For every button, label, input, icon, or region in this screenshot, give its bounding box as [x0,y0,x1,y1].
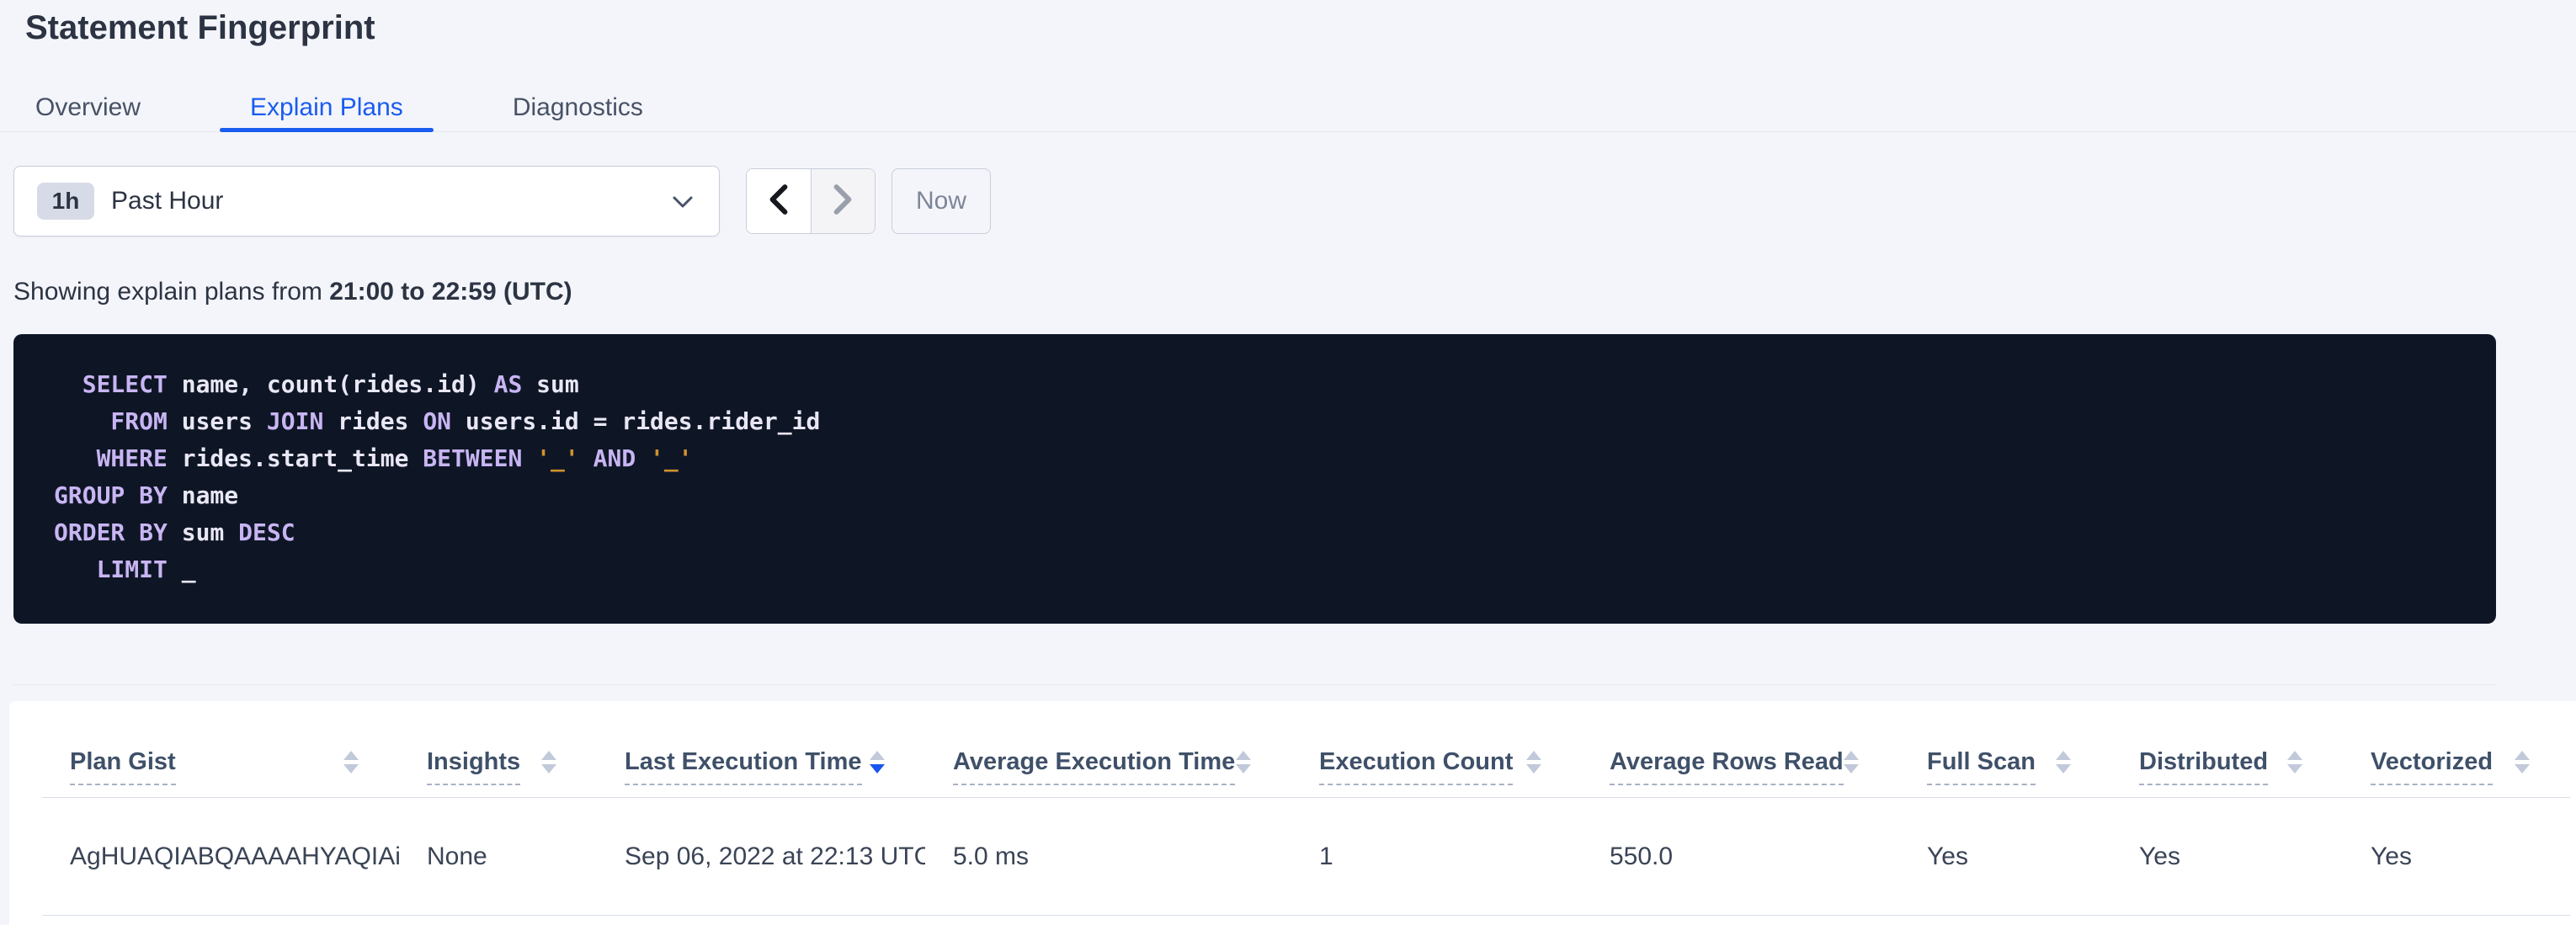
sort-desc-arrow [2056,764,2071,773]
table-body: AgHUAQIABQAAAAHYAQIAiA...NoneSep 06, 202… [42,798,2570,916]
sort-icon[interactable] [870,751,885,773]
sort-desc-arrow [1526,764,1541,773]
cell-full-scan: Yes [1899,798,2111,915]
column-header-insights[interactable]: Insights [399,701,597,797]
sort-desc-arrow [870,764,885,773]
sort-desc-arrow [2287,764,2302,773]
tab-diagnostics[interactable]: Diagnostics [482,84,673,131]
next-time-button[interactable] [811,169,876,233]
cell-insights: None [399,798,597,915]
time-range-summary: Showing explain plans from 21:00 to 22:5… [13,277,2576,307]
prev-time-button[interactable] [747,169,811,233]
sort-asc-arrow [2515,751,2530,760]
sort-asc-arrow [1844,751,1859,760]
column-header-plan-gist[interactable]: Plan Gist [42,701,399,797]
cell-last-execution-time: Sep 06, 2022 at 22:13 UTC [597,798,925,915]
chevron-left-icon [768,183,790,221]
page-title: Statement Fingerprint [25,7,2551,49]
cell-distributed: Yes [2111,798,2343,915]
cell-average-rows-read: 550.0 [1582,798,1899,915]
sort-asc-arrow [343,751,359,760]
column-header-label: Average Rows Read [1610,748,1844,785]
sort-desc-arrow [1844,764,1859,773]
sql-statement: SELECT name, count(rides.id) AS sum FROM… [54,366,2456,588]
section-divider [13,684,2496,685]
chevron-down-icon [672,195,694,213]
time-range-dropdown[interactable]: 1h Past Hour [13,166,720,237]
tab-explain-plans-label: Explain Plans [250,93,403,122]
page-header: Statement Fingerprint [0,0,2576,49]
sort-asc-arrow [1236,751,1251,760]
column-header-label: Vectorized [2371,748,2493,785]
column-header-average-rows-read[interactable]: Average Rows Read [1582,701,1899,797]
tab-overview-label: Overview [35,93,141,122]
column-header-full-scan[interactable]: Full Scan [1899,701,2111,797]
column-header-label: Plan Gist [70,748,176,785]
sort-desc-arrow [2515,764,2530,773]
column-header-average-execution-time[interactable]: Average Execution Time [925,701,1291,797]
column-header-label: Full Scan [1927,748,2036,785]
column-header-vectorized[interactable]: Vectorized [2343,701,2570,797]
sort-icon[interactable] [1236,751,1251,773]
summary-range: 21:00 to 22:59 (UTC) [329,278,572,306]
time-nav-group [746,168,876,234]
column-header-distributed[interactable]: Distributed [2111,701,2343,797]
cell-vectorized: Yes [2343,798,2570,915]
summary-prefix: Showing explain plans from [13,278,329,306]
chevron-right-icon [832,183,854,221]
sort-icon[interactable] [541,751,556,773]
sort-asc-arrow [870,751,885,760]
cell-execution-count: 1 [1291,798,1582,915]
tab-explain-plans[interactable]: Explain Plans [220,84,434,131]
explain-plans-table-card: Plan Gist Insights Last Execution Time Aver… [9,701,2576,925]
sql-code-block: SELECT name, count(rides.id) AS sum FROM… [13,334,2496,624]
sort-icon[interactable] [2515,751,2530,773]
tab-diagnostics-label: Diagnostics [513,93,643,122]
sort-desc-arrow [541,764,556,773]
cell-average-execution-time: 5.0 ms [925,798,1291,915]
column-header-label: Average Execution Time [953,748,1235,785]
time-range-label: Past Hour [111,187,223,215]
tab-bar: Overview Explain Plans Diagnostics [0,84,2576,132]
now-button[interactable]: Now [891,168,991,234]
sort-icon[interactable] [1526,751,1541,773]
sort-asc-arrow [2056,751,2071,760]
column-header-label: Distributed [2139,748,2268,785]
time-controls: 1h Past Hour Now [13,166,2576,237]
sort-desc-arrow [343,764,359,773]
cell-plan-gist[interactable]: AgHUAQIABQAAAAHYAQIAiA... [42,798,399,915]
column-header-label: Insights [427,748,520,785]
column-header-label: Last Execution Time [625,748,862,785]
sort-asc-arrow [2287,751,2302,760]
table-row[interactable]: AgHUAQIABQAAAAHYAQIAiA...NoneSep 06, 202… [42,798,2570,916]
sort-desc-arrow [1236,764,1251,773]
column-header-last-execution-time[interactable]: Last Execution Time [597,701,925,797]
time-range-badge: 1h [37,183,94,220]
sort-asc-arrow [541,751,556,760]
tab-overview[interactable]: Overview [5,84,171,131]
sort-icon[interactable] [343,751,359,773]
column-header-execution-count[interactable]: Execution Count [1291,701,1582,797]
table-header-row: Plan Gist Insights Last Execution Time Aver… [42,701,2570,798]
column-header-label: Execution Count [1319,748,1513,785]
sort-asc-arrow [1526,751,1541,760]
sort-icon[interactable] [2287,751,2302,773]
sort-icon[interactable] [1844,751,1859,773]
sort-icon[interactable] [2056,751,2071,773]
